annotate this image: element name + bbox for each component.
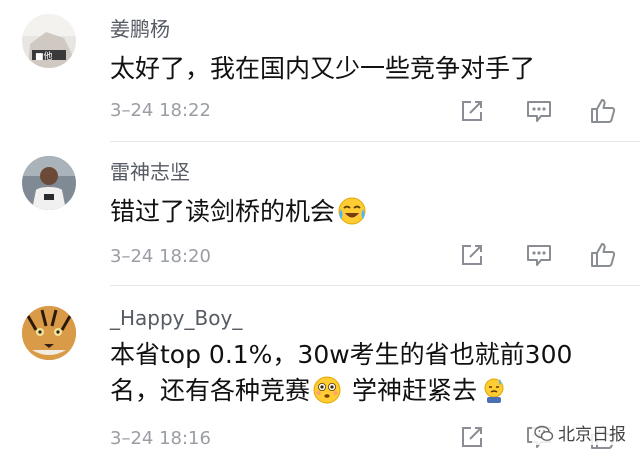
comment-actions <box>455 238 630 272</box>
reply-button[interactable] <box>522 94 556 128</box>
share-icon <box>462 427 482 447</box>
timestamp: 3–24 18:16 <box>110 428 211 449</box>
avatar[interactable]: ■他 <box>22 14 76 68</box>
username[interactable]: 姜鹏杨 <box>110 13 170 42</box>
comment-item: ■他 姜鹏杨 太好了，我在国内又少一些竞争对手了 3–24 18:22 <box>0 0 640 142</box>
reply-icon <box>527 101 551 122</box>
username[interactable]: 雷神志坚 <box>110 156 190 185</box>
comment-actions <box>455 94 630 128</box>
watermark: 北京日报 <box>532 420 628 445</box>
like-button[interactable] <box>586 94 620 128</box>
comment-text-content: 学神赶紧去 <box>351 376 477 405</box>
timestamp: 3–24 18:22 <box>110 100 211 121</box>
comment-item: 雷神志坚 错过了读剑桥的机会 3–24 18:20 <box>0 142 640 286</box>
comment-text-content: 错过了读剑桥的机会 <box>110 197 336 226</box>
like-icon <box>591 243 616 267</box>
wechat-icon <box>534 425 554 442</box>
share-icon <box>462 101 482 121</box>
share-icon <box>462 245 482 265</box>
share-button[interactable] <box>455 238 489 272</box>
like-button[interactable] <box>586 238 620 272</box>
watermark-text: 北京日报 <box>558 425 626 445</box>
share-button[interactable] <box>455 94 489 128</box>
comment-text: 太好了，我在国内又少一些竞争对手了 <box>110 54 536 83</box>
like-icon <box>591 99 616 123</box>
reply-button[interactable] <box>522 238 556 272</box>
crying-laughing-emoji <box>338 197 366 225</box>
reply-icon <box>527 245 551 266</box>
comment-text: 本省top 0.1%，30w考生的省也就前300名，还有各种竞赛 学神赶紧去 <box>110 337 580 409</box>
username[interactable]: _Happy_Boy_ <box>110 306 242 330</box>
share-button[interactable] <box>455 420 489 454</box>
timestamp: 3–24 18:20 <box>110 246 211 267</box>
svg-text:■他: ■他 <box>35 50 53 62</box>
flushed-face-emoji <box>313 376 341 404</box>
avatar[interactable] <box>22 156 76 210</box>
avatar[interactable] <box>22 306 76 360</box>
sweating-emoji <box>484 378 504 403</box>
comment-text: 错过了读剑桥的机会 <box>110 194 580 230</box>
